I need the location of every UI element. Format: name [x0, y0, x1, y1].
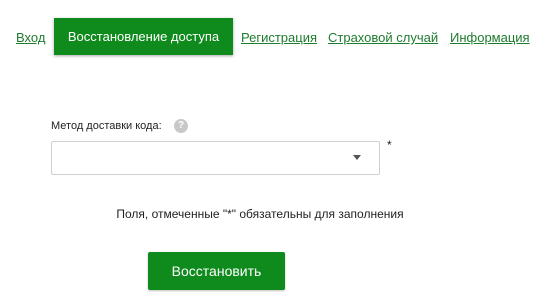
chevron-down-icon: [353, 155, 361, 160]
tab-registration[interactable]: Регистрация: [241, 30, 317, 45]
tab-login[interactable]: Вход: [16, 30, 45, 45]
tab-restore-access[interactable]: Восстановление доступа: [54, 18, 233, 55]
restore-access-page: Вход Восстановление доступа Регистрация …: [0, 0, 552, 300]
auth-tabs: Вход Восстановление доступа Регистрация …: [0, 0, 552, 60]
required-mark: *: [387, 138, 392, 152]
required-fields-note-text: Поля, отмеченные "*" обязательны для зап…: [116, 207, 404, 221]
required-fields-note: Поля, отмеченные "*" обязательны для зап…: [0, 207, 552, 221]
delivery-method-label: Метод доставки кода:: [51, 120, 162, 132]
tab-information[interactable]: Информация: [450, 30, 530, 45]
restore-button[interactable]: Восстановить: [148, 252, 285, 290]
tab-insurance-case[interactable]: Страховой случай: [328, 30, 438, 45]
help-icon[interactable]: ?: [174, 119, 188, 133]
delivery-method-select[interactable]: [51, 141, 380, 175]
